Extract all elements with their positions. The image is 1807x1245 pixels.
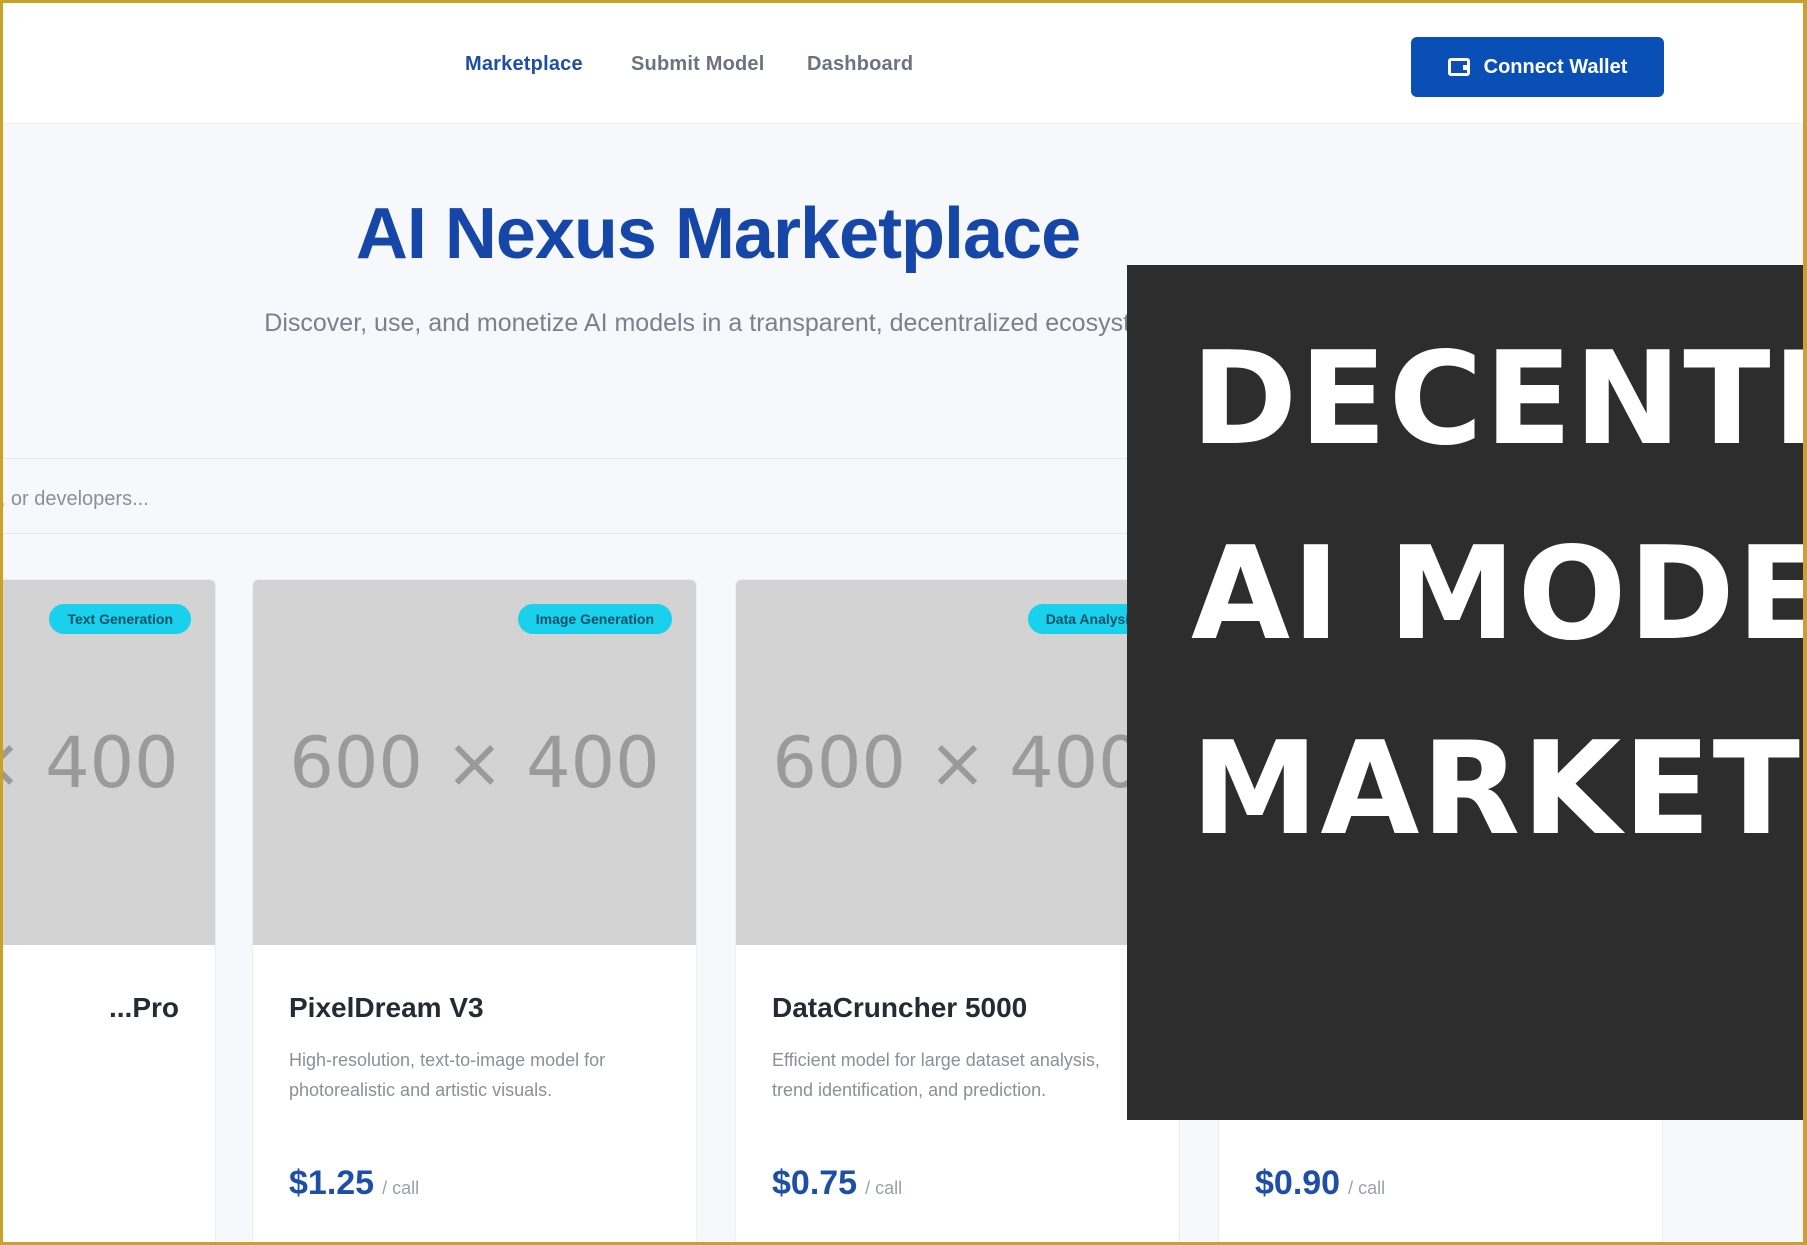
search-bar [3, 473, 1153, 525]
price-unit: / call [382, 1178, 420, 1198]
price-amount: $1.25 [289, 1164, 375, 1202]
divider [3, 533, 1163, 534]
price: $0.75 / call [772, 1164, 902, 1203]
overlay-line: MARKETPLACE [1191, 715, 1803, 864]
page-subtitle: Discover, use, and monetize AI models in… [264, 309, 1172, 337]
connect-wallet-label: Connect Wallet [1483, 55, 1628, 78]
connect-wallet-button[interactable]: Connect Wallet [1411, 37, 1664, 97]
promo-overlay: DECENTRALIZED AI MODEL MARKETPLACE [1127, 265, 1803, 1120]
model-card[interactable]: 600 × 400 Image Generation PixelDream V3… [252, 579, 697, 1242]
model-name: ...Pro [108, 992, 179, 1023]
image-placeholder-text: 600 × 400 [289, 721, 660, 804]
price: $0.90 / call [1255, 1164, 1385, 1203]
nav-submit-model[interactable]: Submit Model [631, 53, 765, 76]
model-image: 600 × 400 [736, 580, 1179, 945]
search-input[interactable] [3, 473, 1153, 525]
model-image: 600 × 400 [253, 580, 696, 945]
wallet-icon [1447, 58, 1470, 76]
model-image: 600 × 400 [3, 580, 215, 945]
model-name: DataCruncher 5000 [772, 992, 1028, 1023]
price-amount: $0.75 [772, 1164, 858, 1202]
page-title: AI Nexus Marketplace [355, 194, 1081, 274]
overlay-line: DECENTRALIZED [1191, 325, 1803, 474]
price: $1.25 / call [289, 1164, 419, 1203]
price-amount: $0.90 [1255, 1164, 1341, 1202]
nav-marketplace[interactable]: Marketplace [465, 53, 583, 76]
price-unit: / call [865, 1178, 903, 1198]
nav-dashboard[interactable]: Dashboard [807, 53, 913, 76]
divider [3, 458, 1163, 459]
screenshot-frame: Marketplace Submit Model Dashboard Conne… [0, 0, 1807, 1245]
model-name: PixelDream V3 [289, 992, 484, 1023]
model-description: High-resolution, text-to-image model for… [289, 1050, 606, 1100]
top-nav: Marketplace Submit Model Dashboard Conne… [3, 3, 1803, 124]
model-card[interactable]: 600 × 400 Data Analysis DataCruncher 500… [735, 579, 1180, 1242]
category-badge: Text Generation [49, 604, 191, 634]
image-placeholder-text: 600 × 400 [772, 721, 1143, 804]
model-description: Efficient model for large dataset analys… [772, 1050, 1100, 1100]
image-placeholder-text: 600 × 400 [3, 721, 179, 804]
price-unit: / call [1348, 1178, 1386, 1198]
model-card[interactable]: 600 × 400 Text Generation ...Pro [3, 579, 216, 1242]
overlay-line: AI MODEL [1191, 520, 1803, 669]
category-badge: Image Generation [517, 604, 672, 634]
